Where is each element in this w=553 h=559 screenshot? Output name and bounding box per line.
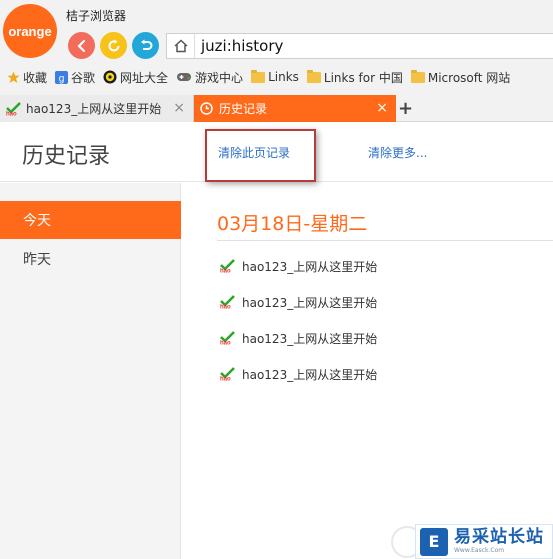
tab-label: 历史记录 — [219, 102, 268, 116]
bookmark-label: 收藏 — [23, 70, 48, 85]
history-content: 03月18日-星期二 hao hao123_上网从这里开始 hao hao123… — [181, 183, 553, 559]
history-sidebar: 今天 昨天 — [0, 183, 181, 559]
hao123-icon: hao — [220, 367, 236, 381]
clear-more-link[interactable]: 清除更多... — [368, 144, 427, 161]
clock-icon — [200, 102, 213, 115]
watermark-subtext: Www.Easck.Com — [454, 547, 505, 554]
new-tab-button[interactable]: + — [398, 98, 413, 119]
folder-icon — [306, 69, 321, 83]
bookmark-label: 网址大全 — [120, 70, 169, 85]
browser-chrome: orange 桔子浏览器 juzi:history 收藏 g 谷歌 网址大全 游… — [0, 0, 553, 122]
bookmark-links[interactable]: Links — [251, 69, 299, 84]
tab-history[interactable]: 历史记录 × — [194, 95, 396, 122]
bookmark-label: 谷歌 — [71, 70, 96, 85]
home-icon[interactable] — [167, 34, 195, 58]
page-title: 历史记录 — [22, 144, 111, 169]
bookmark-label: Links — [268, 70, 299, 84]
history-entry-title: hao123_上网从这里开始 — [242, 295, 378, 310]
svg-text:hao: hao — [220, 377, 231, 382]
arrow-left-icon — [76, 39, 85, 52]
bookmark-label: Microsoft 网站 — [427, 70, 511, 85]
bookmark-google[interactable]: g 谷歌 — [55, 69, 95, 86]
bookmark-links-china[interactable]: Links for 中国 — [306, 69, 403, 86]
tab-label: hao123_上网从这里开始 — [26, 102, 162, 116]
refresh-button[interactable] — [100, 32, 127, 59]
history-entry-title: hao123_上网从这里开始 — [242, 367, 378, 382]
history-entry-title: hao123_上网从这里开始 — [242, 331, 378, 346]
divider — [217, 240, 553, 241]
svg-text:g: g — [59, 73, 65, 84]
watermark: E 易采站长站 Www.Easck.Com — [415, 524, 553, 559]
bookmark-microsoft[interactable]: Microsoft 网站 — [410, 69, 511, 86]
bookmark-label: Links for 中国 — [323, 70, 403, 85]
svg-text:hao: hao — [220, 305, 231, 310]
hao123-icon: hao — [6, 101, 22, 116]
tab-strip: hao hao123_上网从这里开始 × 历史记录 × — [0, 95, 553, 122]
date-heading: 03月18日-星期二 — [217, 213, 368, 235]
hao123-icon: hao — [220, 331, 236, 345]
page-header: 历史记录 清除此页记录 清除更多... — [0, 122, 553, 182]
svg-text:hao: hao — [220, 341, 231, 346]
star-icon — [7, 71, 20, 84]
bookmarks-bar: 收藏 g 谷歌 网址大全 游戏中心 Links Links for 中国 Mic… — [0, 67, 553, 87]
bookmark-games[interactable]: 游戏中心 — [176, 69, 243, 86]
sitemap-icon — [103, 70, 117, 84]
history-entry-title: hao123_上网从这里开始 — [242, 259, 378, 274]
hao123-icon: hao — [220, 295, 236, 309]
history-entry[interactable]: hao hao123_上网从这里开始 — [220, 365, 377, 383]
google-icon: g — [55, 70, 69, 84]
tab-close-icon[interactable]: × — [173, 100, 185, 116]
watermark-logo: E — [420, 527, 448, 556]
undo-close-button[interactable] — [132, 32, 159, 59]
folder-icon — [251, 69, 266, 83]
undo-icon — [140, 39, 152, 50]
clear-page-history-link[interactable]: 清除此页记录 — [218, 144, 290, 161]
gamepad-icon — [176, 71, 192, 83]
history-entry[interactable]: hao hao123_上网从这里开始 — [220, 257, 377, 275]
bookmark-label: 游戏中心 — [195, 70, 244, 85]
svg-text:hao: hao — [220, 269, 231, 274]
bookmark-favorites[interactable]: 收藏 — [7, 69, 47, 86]
orange-logo: orange — [3, 4, 57, 58]
history-entry[interactable]: hao hao123_上网从这里开始 — [220, 293, 377, 311]
sidebar-item-today[interactable]: 今天 — [0, 201, 181, 239]
back-button[interactable] — [68, 32, 95, 59]
refresh-icon — [108, 39, 119, 51]
history-entry[interactable]: hao hao123_上网从这里开始 — [220, 329, 377, 347]
browser-window: orange 桔子浏览器 juzi:history 收藏 g 谷歌 网址大全 游… — [0, 0, 553, 559]
folder-icon — [410, 69, 425, 83]
address-bar[interactable]: juzi:history — [166, 33, 553, 59]
bookmark-sites[interactable]: 网址大全 — [103, 69, 168, 86]
app-title: 桔子浏览器 — [66, 9, 127, 23]
svg-text:hao: hao — [6, 111, 17, 116]
watermark-text-block: 易采站长站 Www.Easck.Com — [454, 528, 544, 555]
tab-close-icon[interactable]: × — [376, 100, 388, 116]
watermark-text: 易采站长站 — [454, 527, 544, 547]
address-url[interactable]: juzi:history — [195, 37, 283, 55]
sidebar-item-yesterday[interactable]: 昨天 — [0, 240, 181, 278]
hao123-icon: hao — [220, 259, 236, 273]
tab-hao123[interactable]: hao hao123_上网从这里开始 × — [0, 95, 194, 122]
